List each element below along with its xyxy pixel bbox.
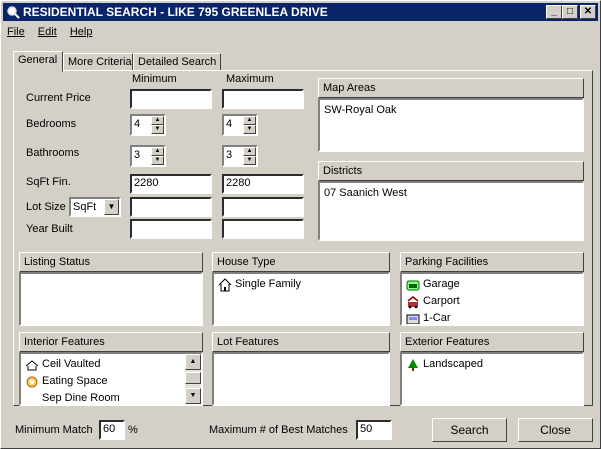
menu-file[interactable]: File <box>3 23 29 41</box>
list-item[interactable]: Single Family <box>218 276 384 293</box>
bathrooms-label: Bathrooms <box>26 147 80 159</box>
minimum-header: Minimum <box>132 73 177 85</box>
interior-scrollbar[interactable]: ▲ ▼ <box>185 354 201 404</box>
lot-size-max-input[interactable] <box>222 197 304 217</box>
maximum-header: Maximum <box>226 73 274 85</box>
lot-features-header: Lot Features <box>212 332 390 352</box>
exterior-features-box: Exterior Features Landscaped <box>400 332 584 406</box>
menu-bar: File Edit Help <box>3 23 98 41</box>
current-price-min-input[interactable] <box>130 89 212 109</box>
map-areas-box: Map Areas SW-Royal Oak <box>318 78 584 152</box>
carport-icon <box>407 295 419 308</box>
house-type-header: House Type <box>212 252 390 272</box>
spin-down-icon[interactable]: ▼ <box>243 125 256 134</box>
spin-up-icon[interactable]: ▲ <box>243 116 256 125</box>
search-app-icon <box>7 6 20 19</box>
districts-list[interactable]: 07 Saanich West <box>318 181 584 241</box>
sqft-min-input[interactable]: 2280 <box>130 174 212 194</box>
exterior-features-list[interactable]: Landscaped <box>400 352 584 406</box>
house-type-box: House Type Single Family <box>212 252 390 326</box>
title-bar[interactable]: RESIDENTIAL SEARCH - LIKE 795 GREENLEA D… <box>3 3 598 21</box>
list-item[interactable]: Eating Space <box>25 373 181 390</box>
parking-facilities-header: Parking Facilities <box>400 252 584 272</box>
maximize-button[interactable]: □ <box>562 5 578 19</box>
car-icon <box>406 314 420 324</box>
sqft-max-input[interactable]: 2280 <box>222 174 304 194</box>
lot-size-label: Lot Size <box>26 201 66 213</box>
close-button[interactable]: Close <box>518 418 593 442</box>
year-built-min-input[interactable] <box>130 219 212 239</box>
spin-up-icon[interactable]: ▲ <box>151 147 164 156</box>
garage-icon <box>406 280 420 290</box>
interior-features-header: Interior Features <box>19 332 203 352</box>
max-best-matches-input[interactable]: 50 <box>356 420 392 440</box>
parking-facilities-list[interactable]: Garage Carport 1-Car <box>400 272 584 326</box>
parking-facilities-box: Parking Facilities Garage Carport 1-Car <box>400 252 584 326</box>
list-item[interactable]: Carport <box>406 293 578 310</box>
exterior-features-header: Exterior Features <box>400 332 584 352</box>
minimize-button[interactable]: _ <box>546 5 562 19</box>
bathrooms-min-stepper[interactable]: 3 ▲ ▼ <box>130 145 166 167</box>
vaulted-ceiling-icon <box>25 359 39 370</box>
eating-space-icon <box>26 376 38 387</box>
close-window-button[interactable]: ✕ <box>580 5 596 19</box>
list-item[interactable]: Ceil Vaulted <box>25 356 181 373</box>
list-item[interactable]: 1-Car <box>406 310 578 324</box>
house-icon <box>218 277 232 291</box>
list-item[interactable]: SW-Royal Oak <box>324 102 578 119</box>
house-type-list[interactable]: Single Family <box>212 272 390 326</box>
menu-help[interactable]: Help <box>66 23 97 41</box>
bathrooms-max-stepper[interactable]: 3 ▲ ▼ <box>222 145 258 167</box>
scroll-up-icon[interactable]: ▲ <box>185 354 201 370</box>
max-best-matches-label: Maximum # of Best Matches <box>209 424 348 436</box>
list-item[interactable]: Landscaped <box>406 356 578 373</box>
bedrooms-min-stepper[interactable]: 4 ▲ ▼ <box>130 114 166 136</box>
menu-edit[interactable]: Edit <box>34 23 61 41</box>
bedrooms-max-stepper[interactable]: 4 ▲ ▼ <box>222 114 258 136</box>
tab-general[interactable]: General <box>13 51 63 72</box>
window-title: RESIDENTIAL SEARCH - LIKE 795 GREENLEA D… <box>23 5 328 19</box>
spin-down-icon[interactable]: ▼ <box>151 156 164 165</box>
minimum-match-input[interactable]: 60 <box>99 420 125 440</box>
lot-size-min-input[interactable] <box>130 197 212 217</box>
tree-icon <box>408 358 418 371</box>
sqft-label: SqFt Fin. <box>26 176 71 188</box>
percent-label: % <box>128 424 138 436</box>
minimum-match-label: Minimum Match <box>15 424 93 436</box>
listing-status-header: Listing Status <box>19 252 203 272</box>
lot-features-list[interactable] <box>212 352 390 406</box>
map-areas-header: Map Areas <box>318 78 584 98</box>
spin-up-icon[interactable]: ▲ <box>243 147 256 156</box>
listing-status-list[interactable] <box>19 272 203 326</box>
general-tab-panel: Minimum Maximum Current Price Bedrooms 4… <box>13 70 593 406</box>
current-price-max-input[interactable] <box>222 89 304 109</box>
tab-more-criteria[interactable]: More Criteria <box>63 53 133 71</box>
districts-header: Districts <box>318 161 584 181</box>
year-built-max-input[interactable] <box>222 219 304 239</box>
lot-features-box: Lot Features <box>212 332 390 406</box>
spin-down-icon[interactable]: ▼ <box>151 125 164 134</box>
districts-box: Districts 07 Saanich West <box>318 161 584 241</box>
interior-features-box: Interior Features Ceil Vaulted Eating Sp… <box>19 332 203 406</box>
scroll-thumb[interactable] <box>185 372 201 384</box>
search-button[interactable]: Search <box>432 418 507 442</box>
list-item[interactable]: Sep Dine Room <box>25 390 181 404</box>
spin-up-icon[interactable]: ▲ <box>151 116 164 125</box>
listing-status-box: Listing Status <box>19 252 203 326</box>
interior-features-list[interactable]: Ceil Vaulted Eating Space Sep Dine Room … <box>19 352 203 406</box>
lot-size-unit-select[interactable]: SqFt ▼ <box>69 197 121 217</box>
tab-detailed-search[interactable]: Detailed Search <box>133 53 221 71</box>
main-window: RESIDENTIAL SEARCH - LIKE 795 GREENLEA D… <box>0 0 601 449</box>
chevron-down-icon[interactable]: ▼ <box>104 199 119 215</box>
list-item[interactable]: Garage <box>406 276 578 293</box>
scroll-down-icon[interactable]: ▼ <box>185 388 201 404</box>
year-built-label: Year Built <box>26 223 73 235</box>
current-price-label: Current Price <box>26 92 91 104</box>
spin-down-icon[interactable]: ▼ <box>243 156 256 165</box>
bedrooms-label: Bedrooms <box>26 118 77 130</box>
map-areas-list[interactable]: SW-Royal Oak <box>318 98 584 152</box>
list-item[interactable]: 07 Saanich West <box>324 185 578 202</box>
